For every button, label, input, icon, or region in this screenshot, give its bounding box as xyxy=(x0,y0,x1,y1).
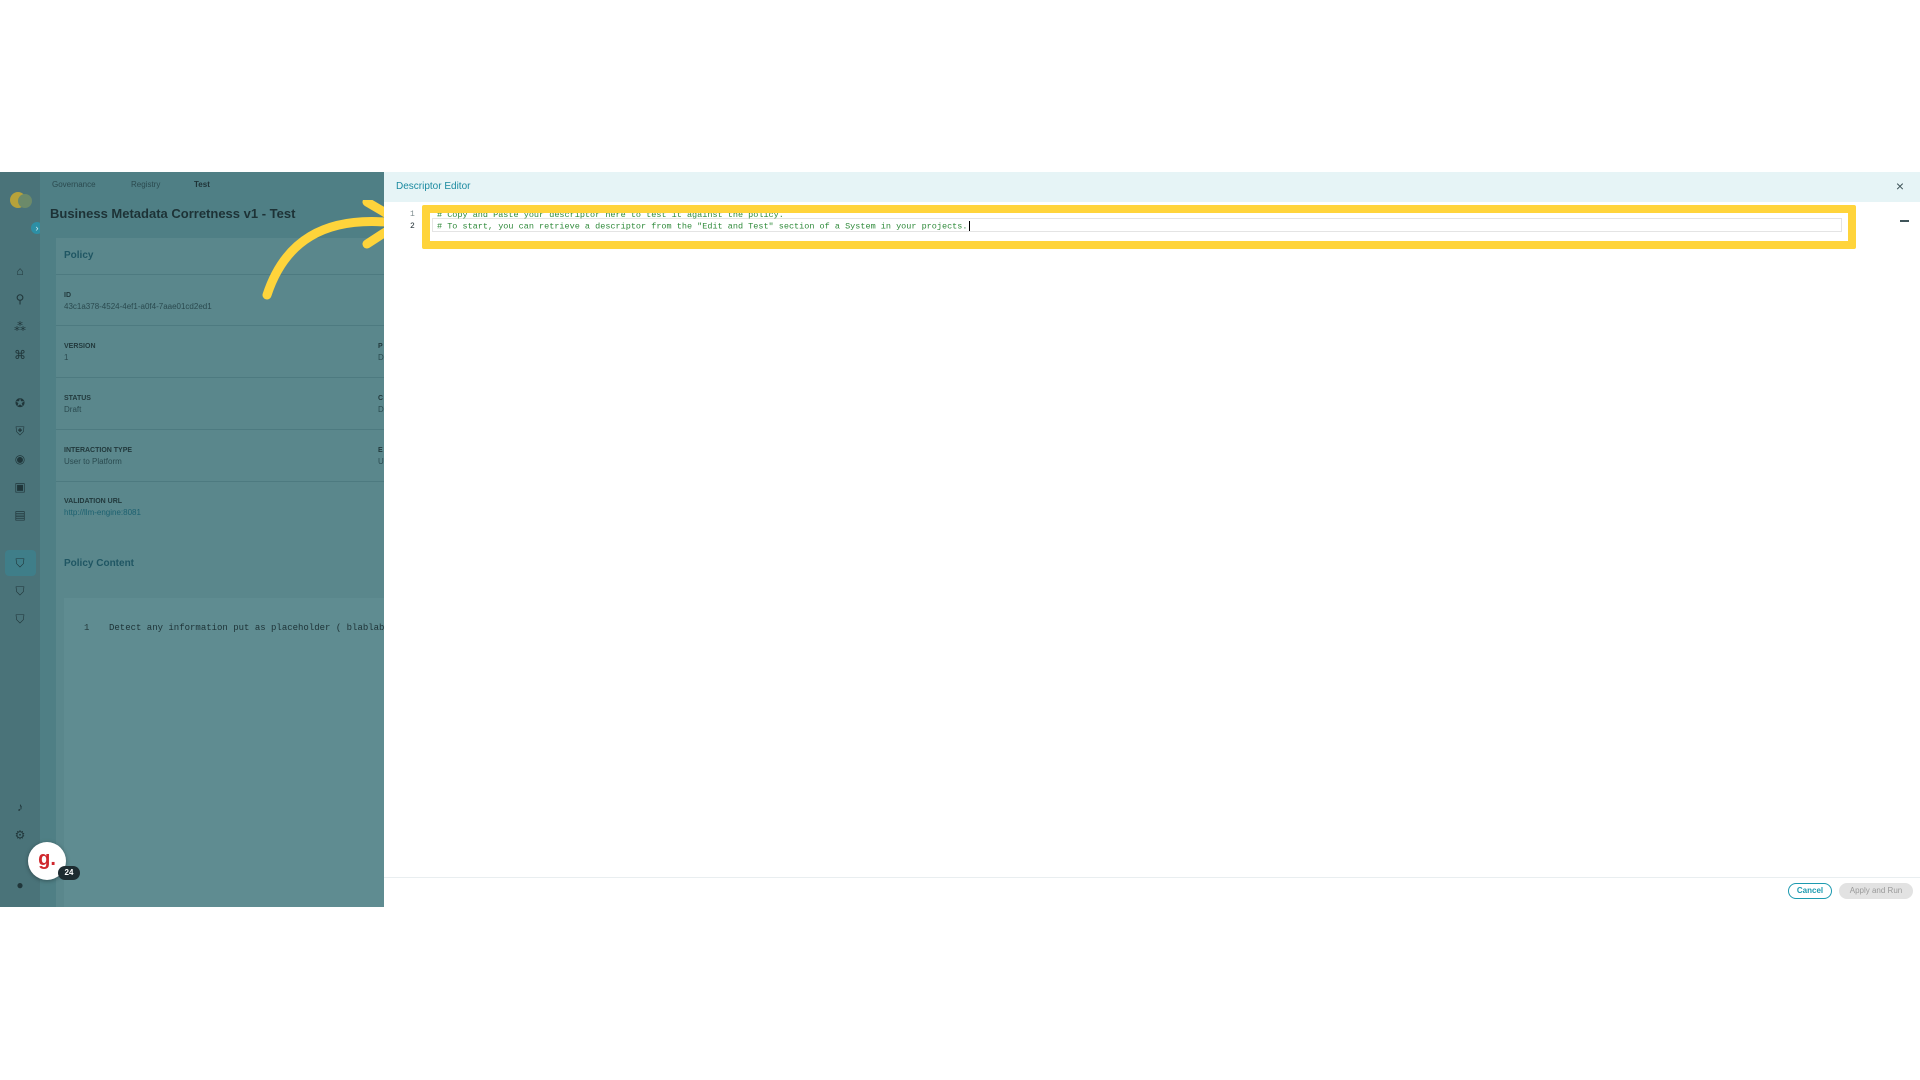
logo-icon xyxy=(10,192,32,210)
annotation-highlight-box xyxy=(422,205,1856,249)
table-icon[interactable]: ▤ xyxy=(13,508,27,522)
dialog-title: Descriptor Editor xyxy=(396,181,471,192)
annotation-arrow xyxy=(262,200,405,300)
divider xyxy=(56,377,384,378)
divider xyxy=(56,481,384,482)
tab-registry[interactable]: Registry xyxy=(131,180,160,189)
policy-content-card: Policy Content 1 Detect any information … xyxy=(56,546,384,907)
bell-icon[interactable]: ♪ xyxy=(13,800,27,814)
line-number: 1 xyxy=(410,210,415,219)
field-label: INTERACTION TYPE xyxy=(64,447,133,454)
cancel-button[interactable]: Cancel xyxy=(1788,883,1832,899)
close-icon[interactable]: × xyxy=(1892,178,1908,194)
apply-and-run-button[interactable]: Apply and Run xyxy=(1839,883,1913,899)
home-icon[interactable]: ⌂ xyxy=(13,264,27,278)
search-icon[interactable]: ⚲ xyxy=(13,292,27,306)
scrollbar[interactable] xyxy=(1900,220,1909,222)
divider xyxy=(56,325,384,326)
shield-icon[interactable]: ⛨ xyxy=(13,424,27,438)
field-label: ID xyxy=(64,292,71,299)
field-value: 1 xyxy=(64,353,69,362)
compass-icon[interactable]: ✪ xyxy=(13,396,27,410)
target-icon[interactable]: ◉ xyxy=(13,452,27,466)
policy-shield-icon[interactable]: ⛉ xyxy=(13,556,27,570)
avatar-count-badge: 24 xyxy=(58,866,80,880)
sidebar: › ⌂ ⚲ ⁂ ⌘ ✪ ⛨ ◉ ▣ ▤ ⛉ ⛉ ⛉ ♪ ⚙ ● xyxy=(0,172,43,907)
policy-content-text: Detect any information put as placeholde… xyxy=(109,623,385,633)
field-value: 43c1a378-4524-4ef1-a0f4-7aae01cd2ed1 xyxy=(64,302,212,311)
policy-shield-2-icon[interactable]: ⛉ xyxy=(13,584,27,598)
field-label: VALIDATION URL xyxy=(64,498,123,505)
line-number: 2 xyxy=(410,222,415,231)
field-value-fragment: D xyxy=(378,405,384,414)
validation-url-link[interactable]: http://llm-engine:8081 xyxy=(64,508,141,517)
field-value-fragment: D xyxy=(378,353,384,362)
box-icon[interactable]: ▣ xyxy=(13,480,27,494)
policy-shield-3-icon[interactable]: ⛉ xyxy=(13,612,27,626)
divider xyxy=(56,429,384,430)
field-value: User to Platform xyxy=(64,457,122,466)
policy-content-editor: 1 Detect any information put as placehol… xyxy=(64,598,384,907)
footer-divider xyxy=(384,877,1920,878)
graph-icon[interactable]: ⁂ xyxy=(13,320,27,334)
field-label-fragment: E xyxy=(378,447,383,454)
field-value-fragment: U xyxy=(378,457,384,466)
line-number: 1 xyxy=(84,623,90,633)
gear-icon[interactable]: ⚙ xyxy=(13,828,27,842)
field-label-fragment: P xyxy=(378,343,383,350)
hierarchy-icon[interactable]: ⌘ xyxy=(13,348,27,362)
descriptor-editor-dialog: Descriptor Editor × 1 # Copy and Paste y… xyxy=(384,172,1920,907)
status-badge: Draft xyxy=(64,405,82,414)
user-icon[interactable]: ● xyxy=(13,878,27,892)
dialog-header: Descriptor Editor × xyxy=(384,172,1920,202)
policy-content-heading: Policy Content xyxy=(64,558,135,569)
policy-heading: Policy xyxy=(64,250,94,261)
field-label: VERSION xyxy=(64,343,96,350)
field-label: STATUS xyxy=(64,395,91,402)
tab-test[interactable]: Test xyxy=(194,180,210,189)
field-label-fragment: C xyxy=(378,395,384,402)
tab-governance[interactable]: Governance xyxy=(52,180,96,189)
